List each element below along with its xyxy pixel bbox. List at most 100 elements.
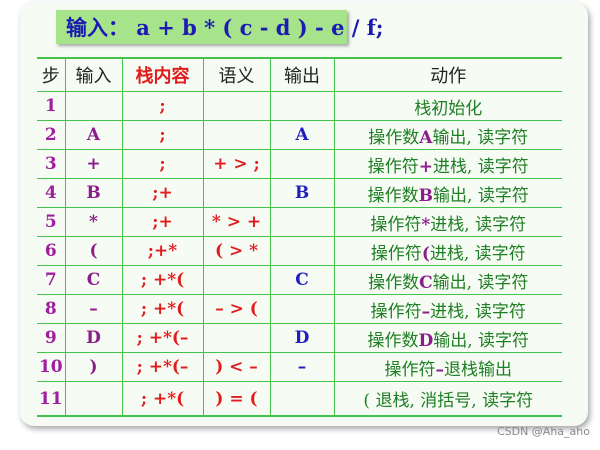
semantic-cell: * > + bbox=[202, 207, 271, 237]
table-row: 8 – ; +*(– > ( 操作符–进栈, 读字符 bbox=[37, 294, 562, 324]
action-suffix: 退栈, 消括号, 读字符 bbox=[370, 391, 534, 411]
action-prefix: 操作符 bbox=[384, 359, 436, 380]
action-prefix: 操作数 bbox=[368, 272, 420, 293]
header-input: 输入 bbox=[64, 57, 123, 92]
action-prefix: 操作数 bbox=[367, 185, 419, 206]
stack-cell: ; +*( bbox=[121, 381, 204, 417]
action-suffix: 进栈, 读字符 bbox=[429, 243, 526, 264]
input-cell: ( bbox=[64, 236, 123, 266]
output-cell: A bbox=[269, 120, 335, 150]
action-cell: 操作数B输出, 读字符 bbox=[333, 178, 562, 208]
input-cell: + bbox=[64, 149, 123, 179]
parse-steps-table: 步 输入 栈内容 语义 输出 动作 1; 栈初始化 2 A; A 操作数A输出, 读字符 3… bbox=[37, 57, 562, 417]
step-cell: 7 bbox=[37, 265, 66, 295]
output-cell: D bbox=[269, 323, 335, 353]
input-cell: B bbox=[64, 178, 123, 208]
action-prefix: 操作符 bbox=[367, 156, 419, 177]
action-token: – bbox=[421, 301, 431, 322]
output-cell bbox=[269, 381, 335, 417]
action-cell: 操作符(进栈, 读字符 bbox=[333, 236, 562, 266]
action-cell: 操作数D输出, 读字符 bbox=[333, 323, 562, 353]
semantic-cell bbox=[202, 178, 271, 208]
input-cell bbox=[64, 91, 123, 121]
expression-title: 输入： a + b * ( c - d ) - e / f; bbox=[56, 10, 384, 44]
header-semantic: 语义 bbox=[202, 57, 271, 92]
stack-cell: ; +*(– bbox=[121, 323, 204, 353]
output-cell bbox=[269, 207, 335, 237]
step-cell: 1 bbox=[37, 91, 66, 121]
action-token: B bbox=[418, 185, 434, 206]
step-cell: 11 bbox=[37, 381, 66, 417]
header-step: 步 bbox=[37, 57, 66, 92]
table-row: 10); +*(–) < – – 操作符–退栈输出 bbox=[37, 352, 562, 382]
step-cell: 3 bbox=[37, 149, 66, 179]
action-token: D bbox=[418, 330, 434, 351]
action-suffix: 进栈, 读字符 bbox=[430, 214, 527, 235]
input-cell: C bbox=[64, 265, 123, 295]
step-cell: 8 bbox=[37, 294, 66, 324]
action-cell: 操作数C输出, 读字符 bbox=[333, 265, 562, 295]
table-row: 9 D; +*(– D 操作数D输出, 读字符 bbox=[37, 323, 562, 353]
stack-cell: ; +*( bbox=[121, 265, 204, 295]
action-suffix: 输出, 读字符 bbox=[432, 127, 529, 148]
step-cell: 4 bbox=[37, 178, 66, 208]
action-suffix: 进栈, 读字符 bbox=[432, 156, 529, 177]
step-cell: 10 bbox=[37, 352, 66, 382]
table-row: 3 +; + > ; 操作符+进栈, 读字符 bbox=[37, 149, 562, 179]
header-action: 动作 bbox=[333, 57, 562, 92]
action-cell: 操作符–进栈, 读字符 bbox=[333, 294, 562, 324]
table-row: 1; 栈初始化 bbox=[37, 91, 562, 121]
stack-cell: ;+* bbox=[121, 236, 204, 266]
stack-cell: ; +*( bbox=[121, 294, 204, 324]
input-cell: ) bbox=[64, 352, 123, 382]
header-stack: 栈内容 bbox=[121, 57, 204, 92]
action-prefix: 栈初始化 bbox=[414, 98, 483, 119]
output-cell bbox=[269, 149, 335, 179]
action-prefix: 操作符 bbox=[370, 214, 422, 235]
table-row: 11 ; +*() = ( ( 退栈, 消括号, 读字符 bbox=[37, 381, 562, 417]
input-cell: * bbox=[64, 207, 123, 237]
semantic-cell: + > ; bbox=[202, 149, 271, 179]
action-cell: ( 退栈, 消括号, 读字符 bbox=[333, 381, 562, 417]
header-output: 输出 bbox=[269, 57, 335, 92]
stack-cell: ; bbox=[121, 120, 204, 150]
action-token: – bbox=[435, 359, 445, 380]
action-prefix: 操作符 bbox=[370, 243, 422, 264]
output-cell: B bbox=[269, 178, 335, 208]
action-cell: 栈初始化 bbox=[333, 91, 562, 121]
semantic-cell: – > ( bbox=[202, 294, 271, 324]
action-token: * bbox=[421, 214, 431, 235]
table-row: 7 C; +*(C 操作数C输出, 读字符 bbox=[37, 265, 562, 295]
action-suffix: 进栈, 读字符 bbox=[430, 301, 526, 322]
input-cell: D bbox=[64, 323, 123, 353]
semantic-cell bbox=[202, 323, 271, 353]
semantic-cell: ) = ( bbox=[202, 381, 271, 417]
action-suffix: 输出, 读字符 bbox=[432, 272, 529, 293]
action-suffix: 退栈输出 bbox=[444, 359, 512, 380]
output-cell bbox=[269, 236, 335, 266]
action-token: + bbox=[418, 156, 433, 177]
semantic-cell bbox=[202, 265, 271, 295]
step-cell: 6 bbox=[37, 236, 66, 266]
semantic-cell bbox=[202, 91, 271, 121]
table-row: 4 B ;+ B 操作数B输出, 读字符 bbox=[37, 178, 562, 208]
semantic-cell: ( > * bbox=[202, 236, 271, 266]
output-cell bbox=[269, 91, 335, 121]
action-prefix: 操作数 bbox=[368, 127, 420, 148]
output-cell bbox=[269, 294, 335, 324]
output-cell: – bbox=[269, 352, 335, 382]
step-cell: 5 bbox=[37, 207, 66, 237]
action-token: ( bbox=[421, 243, 430, 264]
step-cell: 9 bbox=[37, 323, 66, 353]
action-prefix: 操作符 bbox=[370, 301, 422, 322]
semantic-cell bbox=[202, 120, 271, 150]
table-row: 6(;+*( > * 操作符(进栈, 读字符 bbox=[37, 236, 562, 266]
stack-cell: ; bbox=[121, 149, 204, 179]
action-suffix: 输出, 读字符 bbox=[433, 330, 530, 351]
action-cell: 操作数A输出, 读字符 bbox=[333, 120, 562, 150]
action-suffix: 输出, 读字符 bbox=[433, 185, 529, 206]
action-cell: 操作符+进栈, 读字符 bbox=[333, 149, 562, 179]
semantic-cell: ) < – bbox=[202, 352, 271, 382]
action-cell: 操作符–退栈输出 bbox=[333, 352, 562, 382]
stack-cell: ; +*(– bbox=[121, 352, 204, 382]
